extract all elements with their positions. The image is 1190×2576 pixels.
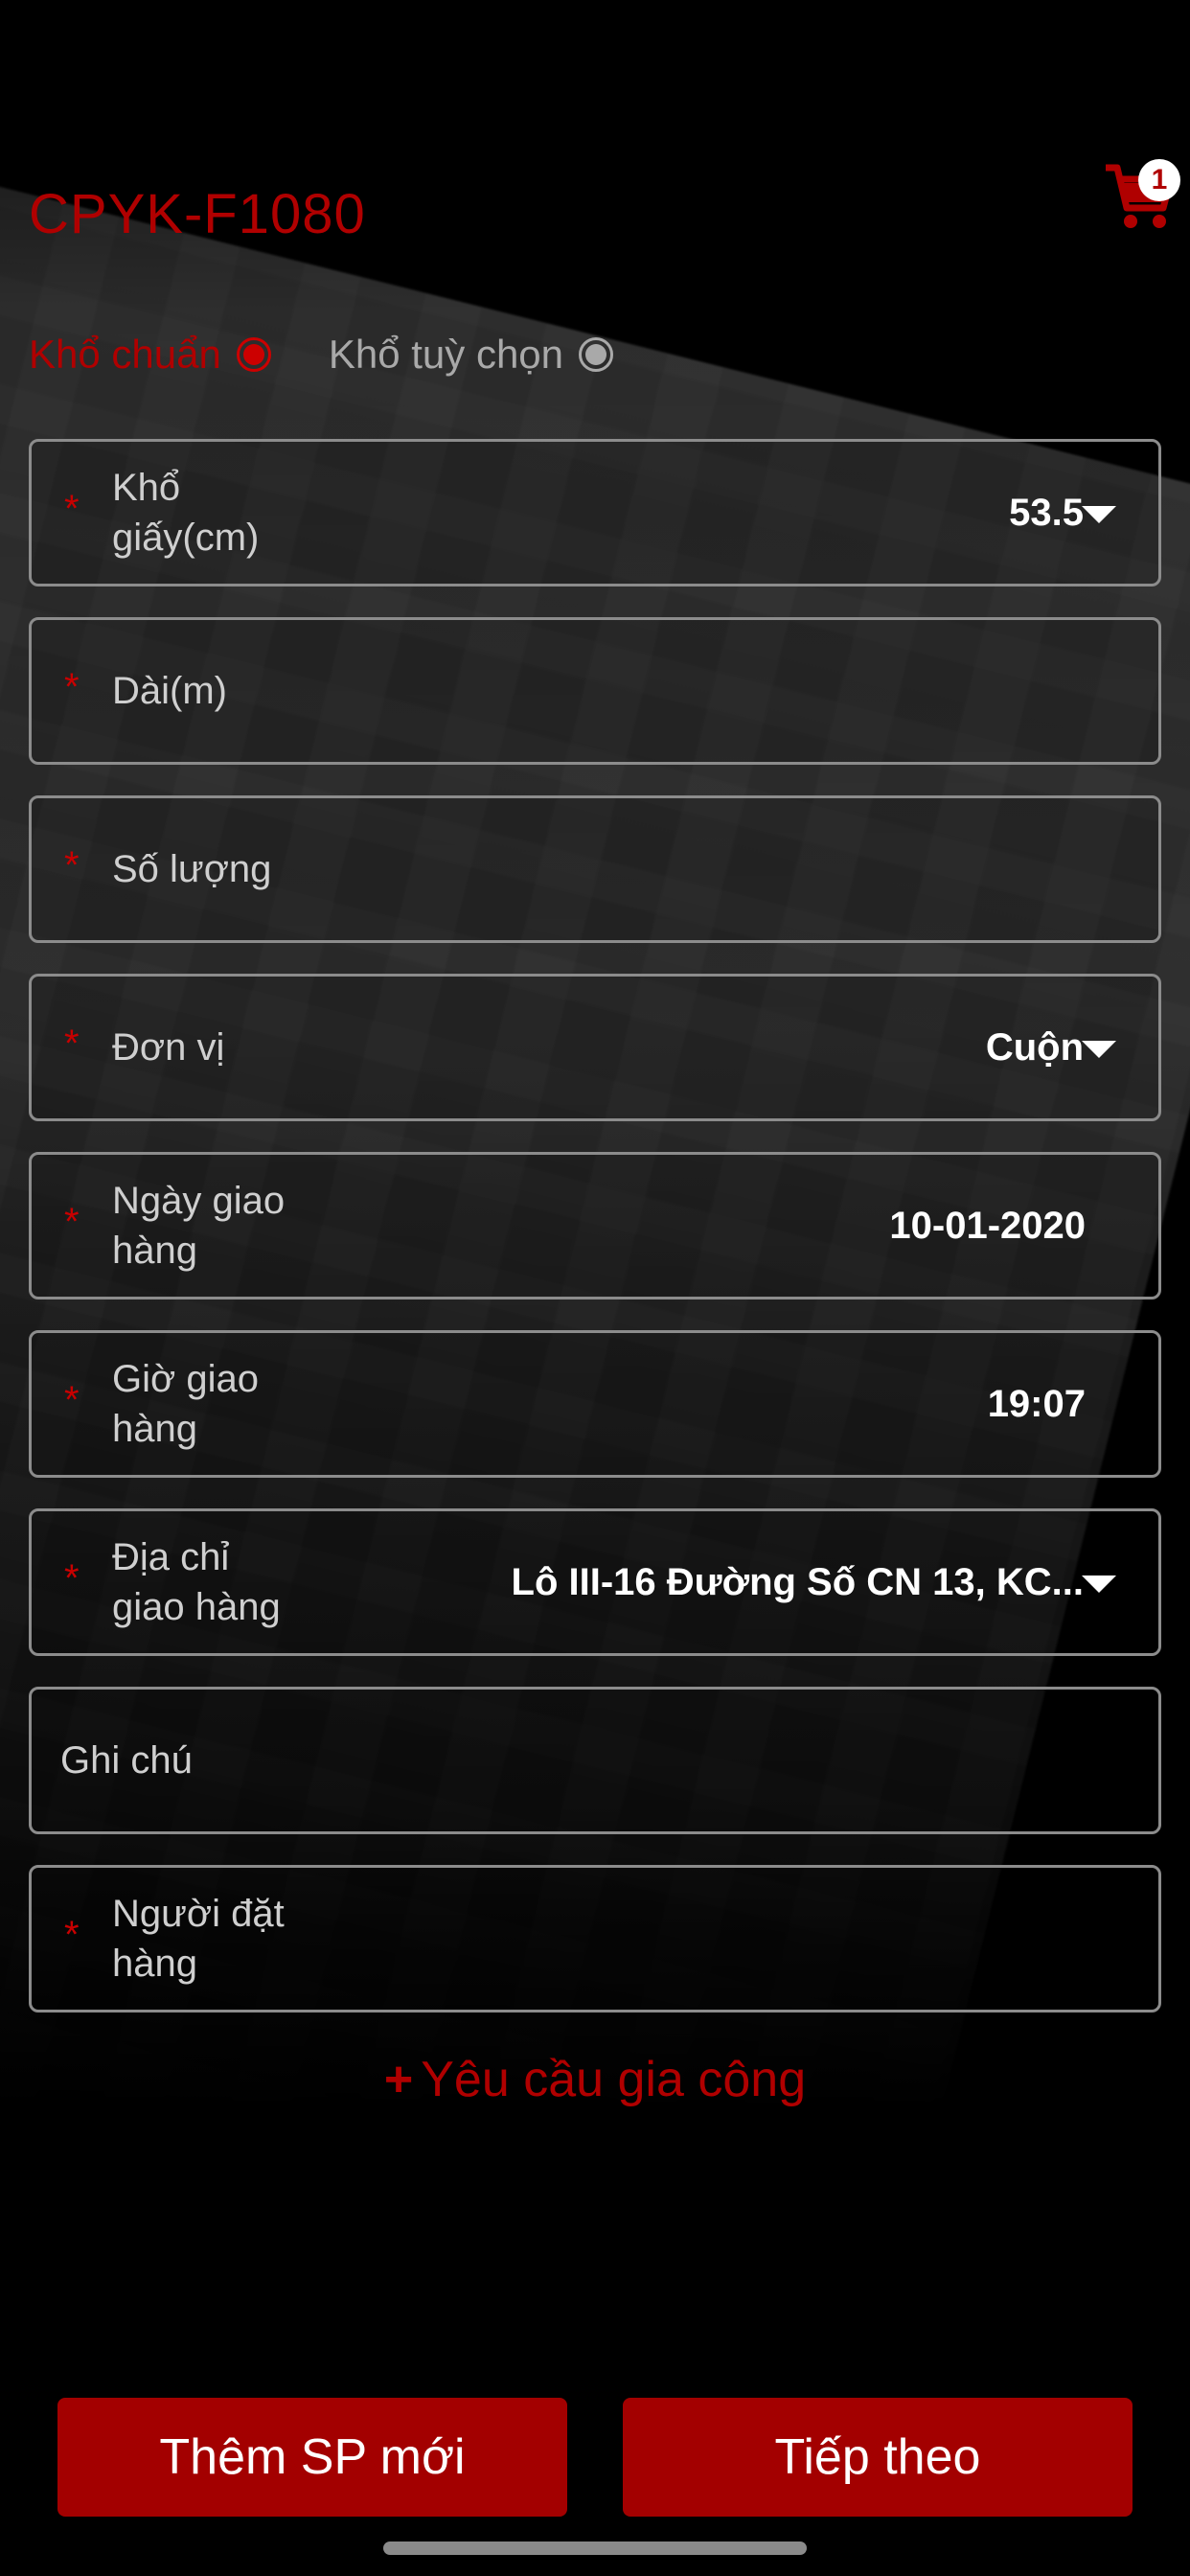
paper-size-options: Khổ chuẩn Khổ tuỳ chọn [29,326,671,383]
processing-request-label: Yêu cầu gia công [421,2052,807,2107]
required-asterisk: * [64,1914,80,1956]
delivery-date-picker[interactable]: * Ngày giao hàng 10-01-2020 [29,1152,1161,1300]
required-asterisk: * [64,1201,80,1243]
delivery-address-value: Lô III-16 Đường Số CN 13, KC... [511,1560,1084,1603]
required-asterisk: * [64,1023,80,1065]
delivery-address-dropdown[interactable]: * Địa chỉ giao hàng Lô III-16 Đường Số C… [29,1508,1161,1656]
dropdown-arrow-icon [1082,1576,1116,1593]
processing-request-link[interactable]: + Yêu cầu gia công [0,2051,1190,2108]
required-asterisk: * [64,1557,80,1599]
quantity-input[interactable]: * Số lượng [29,795,1161,943]
unit-dropdown[interactable]: * Đơn vị Cuộn [29,974,1161,1121]
delivery-time-value: 19:07 [987,1382,1086,1425]
quantity-label: Số lượng [112,848,272,890]
length-label: Dài(m) [112,670,227,712]
next-button[interactable]: Tiếp theo [623,2398,1133,2517]
paper-size-standard-option[interactable]: Khổ chuẩn [29,332,271,378]
delivery-time-picker[interactable]: * Giờ giao hàng 19:07 [29,1330,1161,1478]
unit-value: Cuộn [985,1025,1084,1069]
paper-width-label: Khổ giấy(cm) [112,467,260,559]
length-input[interactable]: * Dài(m) [29,617,1161,765]
delivery-time-label: Giờ giao hàng [112,1358,259,1450]
cart-count-badge: 1 [1138,159,1180,201]
paper-width-value: 53.5 [1009,491,1084,534]
radio-unselected-icon[interactable] [579,337,614,372]
required-asterisk: * [64,1379,80,1421]
radio-selected-icon[interactable] [236,337,271,372]
dropdown-arrow-icon [1082,1041,1116,1058]
delivery-date-label: Ngày giao hàng [112,1180,286,1272]
product-code-title: CPYK-F1080 [29,183,366,245]
paper-size-custom-label: Khổ tuỳ chọn [328,332,564,377]
add-new-product-button[interactable]: Thêm SP mới [57,2398,567,2517]
delivery-date-value: 10-01-2020 [889,1204,1086,1247]
orderer-label: Người đặt hàng [112,1893,285,1985]
paper-width-dropdown[interactable]: * Khổ giấy(cm) 53.5 [29,439,1161,586]
note-input[interactable]: Ghi chú [29,1687,1161,1834]
home-indicator[interactable] [383,2542,807,2555]
orderer-input[interactable]: * Người đặt hàng [29,1865,1161,2012]
required-asterisk: * [64,666,80,708]
paper-size-standard-label: Khổ chuẩn [29,332,221,377]
dropdown-arrow-icon [1082,506,1116,523]
unit-label: Đơn vị [112,1026,225,1069]
paper-size-custom-option[interactable]: Khổ tuỳ chọn [328,332,614,378]
required-asterisk: * [64,488,80,530]
note-label: Ghi chú [60,1739,193,1782]
required-asterisk: * [64,844,80,886]
delivery-address-label: Địa chỉ giao hàng [112,1536,281,1628]
plus-icon: + [383,2052,414,2107]
